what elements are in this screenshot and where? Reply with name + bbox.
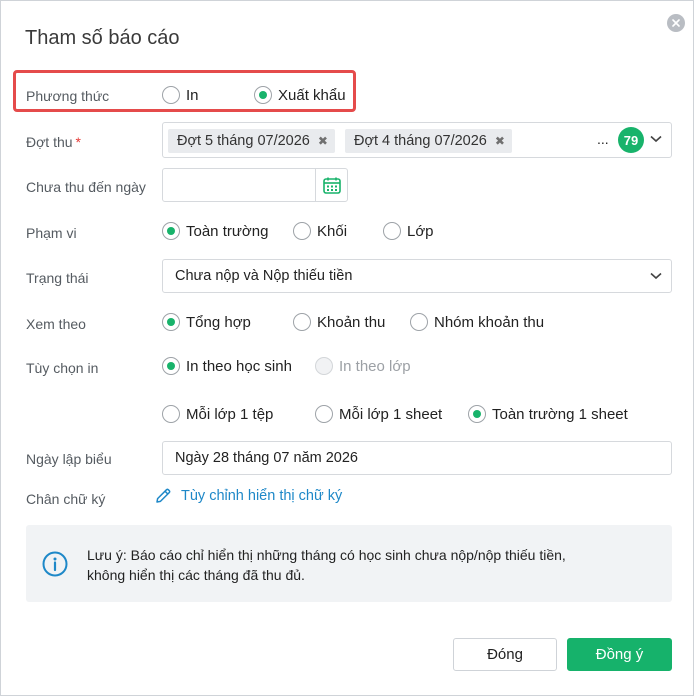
radio-dot bbox=[162, 357, 180, 375]
print-option-label: Tùy chọn in bbox=[26, 360, 99, 376]
file-option-class-file[interactable]: Mỗi lớp 1 tệp bbox=[162, 405, 273, 423]
calendar-icon[interactable] bbox=[315, 169, 348, 201]
radio-dot bbox=[293, 313, 311, 331]
remove-tag-icon[interactable]: ✖ bbox=[318, 134, 328, 148]
view-by-option-label: Khoản thu bbox=[317, 313, 386, 331]
scope-option-label: Khối bbox=[317, 222, 348, 240]
period-tag: Đợt 5 tháng 07/2026 ✖ bbox=[168, 129, 335, 153]
scope-option-whole-school[interactable]: Toàn trường bbox=[162, 222, 268, 240]
created-date-field[interactable]: Ngày 28 tháng 07 năm 2026 bbox=[162, 441, 672, 475]
file-option-school-sheet[interactable]: Toàn trường 1 sheet bbox=[468, 405, 628, 423]
file-option-class-sheet[interactable]: Mỗi lớp 1 sheet bbox=[315, 405, 442, 423]
print-option-label-text: In theo học sinh bbox=[186, 357, 292, 375]
period-multiselect[interactable]: Đợt 5 tháng 07/2026 ✖ Đợt 4 tháng 07/202… bbox=[162, 122, 672, 158]
radio-dot bbox=[162, 222, 180, 240]
radio-dot bbox=[254, 86, 272, 104]
radio-dot bbox=[162, 405, 180, 423]
radio-dot bbox=[315, 357, 333, 375]
radio-dot bbox=[162, 313, 180, 331]
radio-dot bbox=[315, 405, 333, 423]
file-option-label: Toàn trường 1 sheet bbox=[492, 405, 628, 423]
dialog-title: Tham số báo cáo bbox=[25, 27, 180, 49]
info-icon bbox=[42, 551, 68, 577]
view-by-option-summary[interactable]: Tổng hợp bbox=[162, 313, 251, 331]
radio-dot bbox=[468, 405, 486, 423]
chevron-down-icon[interactable] bbox=[650, 135, 662, 143]
scope-label: Phạm vi bbox=[26, 225, 77, 241]
scope-option-grade[interactable]: Khối bbox=[293, 222, 347, 240]
period-tag: Đợt 4 tháng 07/2026 ✖ bbox=[345, 129, 512, 153]
info-note: Lưu ý: Báo cáo chỉ hiển thị những tháng … bbox=[26, 525, 672, 602]
method-option-print[interactable]: In bbox=[162, 86, 199, 104]
unpaid-date-label: Chưa thu đến ngày bbox=[26, 179, 146, 195]
status-select-value: Chưa nộp và Nộp thiếu tiền bbox=[175, 268, 353, 284]
info-note-line: Lưu ý: Báo cáo chỉ hiển thị những tháng … bbox=[87, 547, 566, 563]
view-by-option-label: Nhóm khoản thu bbox=[434, 313, 545, 331]
info-note-text: Lưu ý: Báo cáo chỉ hiển thị những tháng … bbox=[87, 545, 657, 585]
status-label: Trạng thái bbox=[26, 270, 89, 286]
created-date-value: Ngày 28 tháng 07 năm 2026 bbox=[175, 450, 358, 466]
print-option-label-text: In theo lớp bbox=[339, 357, 411, 375]
radio-dot bbox=[293, 222, 311, 240]
scope-option-label: Lớp bbox=[407, 222, 434, 240]
more-tags-indicator: ... bbox=[597, 131, 609, 147]
report-parameters-dialog: Tham số báo cáo Phương thức In Xuất khẩu… bbox=[0, 0, 694, 696]
radio-dot bbox=[162, 86, 180, 104]
required-mark: * bbox=[75, 134, 81, 150]
view-by-option-label: Tổng hợp bbox=[186, 313, 251, 331]
customize-signature-link[interactable]: Tùy chỉnh hiển thị chữ ký bbox=[154, 487, 342, 505]
file-option-label: Mỗi lớp 1 tệp bbox=[186, 405, 274, 423]
confirm-button[interactable]: Đồng ý bbox=[567, 638, 672, 671]
period-tag-label: Đợt 5 tháng 07/2026 bbox=[177, 133, 310, 149]
unpaid-date-field[interactable] bbox=[162, 168, 348, 202]
scope-option-label: Toàn trường bbox=[186, 222, 269, 240]
period-label: Đợt thu * bbox=[26, 134, 81, 150]
radio-dot bbox=[383, 222, 401, 240]
method-label: Phương thức bbox=[26, 88, 110, 104]
view-by-option-fee-group[interactable]: Nhóm khoản thu bbox=[410, 313, 544, 331]
remove-tag-icon[interactable]: ✖ bbox=[495, 134, 505, 148]
print-option-by-student[interactable]: In theo học sinh bbox=[162, 357, 292, 375]
close-icon[interactable] bbox=[667, 14, 685, 32]
view-by-label: Xem theo bbox=[26, 316, 86, 332]
period-tag-label: Đợt 4 tháng 07/2026 bbox=[354, 133, 487, 149]
period-label-text: Đợt thu bbox=[26, 134, 73, 150]
method-option-export[interactable]: Xuất khẩu bbox=[254, 86, 346, 104]
signature-label: Chân chữ ký bbox=[26, 491, 106, 507]
method-option-print-label: In bbox=[186, 86, 199, 104]
info-note-line: không hiển thị các tháng đã thu đủ. bbox=[87, 567, 305, 583]
status-select[interactable]: Chưa nộp và Nộp thiếu tiền bbox=[162, 259, 672, 293]
view-by-option-fee[interactable]: Khoản thu bbox=[293, 313, 385, 331]
chevron-down-icon[interactable] bbox=[650, 272, 662, 280]
customize-signature-text: Tùy chỉnh hiển thị chữ ký bbox=[181, 488, 343, 504]
scope-option-class[interactable]: Lớp bbox=[383, 222, 434, 240]
radio-dot bbox=[410, 313, 428, 331]
print-option-by-class: In theo lớp bbox=[315, 357, 411, 375]
created-date-label: Ngày lập biểu bbox=[26, 451, 112, 467]
method-option-export-label: Xuất khẩu bbox=[278, 86, 346, 104]
file-option-label: Mỗi lớp 1 sheet bbox=[339, 405, 443, 423]
close-button[interactable]: Đóng bbox=[453, 638, 557, 671]
pencil-icon bbox=[156, 488, 171, 503]
selected-count-badge: 79 bbox=[618, 127, 644, 153]
